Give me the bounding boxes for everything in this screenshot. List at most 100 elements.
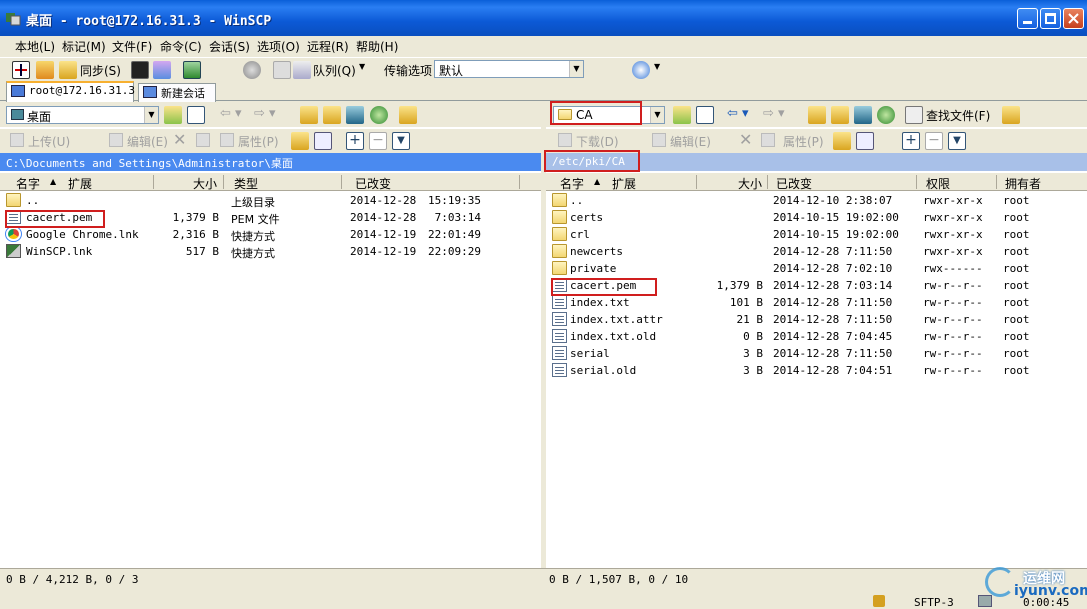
table-row[interactable]: private 2014-12-28 7:02:10 rwx------ root	[546, 260, 1087, 277]
status-bar: 0 B / 4,212 B, 0 / 3 0 B / 1,507 B, 0 / …	[0, 567, 1087, 609]
root-dir-icon[interactable]	[323, 106, 341, 124]
file-changed: 2014-12-28 7:03:14	[773, 279, 893, 292]
minimize-button[interactable]	[1017, 8, 1038, 29]
col-rights[interactable]: 权限	[926, 175, 950, 192]
maximize-button[interactable]	[1040, 8, 1061, 29]
new-folder-icon[interactable]	[291, 132, 309, 150]
filter-select-icon[interactable]: ▼	[392, 132, 410, 150]
unselect-minus-icon[interactable]: −	[369, 132, 387, 150]
new-file-icon[interactable]	[856, 132, 874, 150]
col-ext[interactable]: 扩展	[612, 175, 636, 192]
open-folder-icon[interactable]	[164, 106, 182, 124]
table-row[interactable]: newcerts 2014-12-28 7:11:50 rwxr-xr-x root	[546, 243, 1087, 260]
putty-icon[interactable]	[153, 61, 171, 79]
menu-session[interactable]: 会话(S)	[209, 38, 250, 55]
tree-view-icon[interactable]	[399, 106, 417, 124]
download-button[interactable]: 下载(D)	[576, 133, 619, 150]
table-row[interactable]: serial 3 B 2014-12-28 7:11:50 rw-r--r-- root	[546, 345, 1087, 362]
synchronize-icon[interactable]	[59, 61, 77, 79]
menu-options[interactable]: 选项(O)	[257, 38, 300, 55]
col-changed[interactable]: 已改变	[355, 175, 391, 192]
table-row[interactable]: index.txt.old 0 B 2014-12-28 7:04:45 rw-r--…	[546, 328, 1087, 345]
close-button[interactable]	[1063, 8, 1084, 29]
menu-commands[interactable]: 命令(C)	[160, 38, 202, 55]
parent-dir-icon[interactable]	[808, 106, 826, 124]
filter-icon[interactable]	[187, 106, 205, 124]
properties-button[interactable]: 属性(P)	[783, 133, 824, 150]
col-name[interactable]: 名字	[560, 175, 584, 192]
col-changed[interactable]: 已改变	[776, 175, 812, 192]
rename-icon[interactable]	[196, 133, 210, 147]
menu-mark[interactable]: 标记(M)	[62, 38, 106, 55]
back-arrow-icon[interactable]: ⇦ ▾	[727, 106, 749, 121]
properties-button[interactable]: 属性(P)	[238, 133, 279, 150]
refresh-icon[interactable]	[877, 106, 895, 124]
col-type[interactable]: 类型	[234, 175, 258, 192]
delete-x-icon[interactable]: ✕	[173, 130, 186, 149]
delete-x-icon[interactable]: ✕	[739, 130, 752, 149]
col-ext[interactable]: 扩展	[68, 175, 92, 192]
menu-file[interactable]: 文件(F)	[112, 38, 152, 55]
col-size[interactable]: 大小	[738, 175, 762, 192]
tab-new-session[interactable]: 新建会话	[138, 83, 216, 102]
edit-button[interactable]: 编辑(E)	[127, 133, 168, 150]
console-icon[interactable]	[131, 61, 149, 79]
open-folder-icon[interactable]	[673, 106, 691, 124]
table-row[interactable]: .. 2014-12-10 2:38:07 rwxr-xr-x root	[546, 192, 1087, 209]
sync-globe-icon[interactable]	[632, 61, 650, 79]
table-row[interactable]: certs 2014-10-15 19:02:00 rwxr-xr-x root	[546, 209, 1087, 226]
col-size[interactable]: 大小	[193, 175, 217, 192]
home-icon[interactable]	[346, 106, 364, 124]
select-plus-icon[interactable]: +	[902, 132, 920, 150]
compare-dirs-icon[interactable]	[12, 61, 30, 79]
file-owner: root	[1003, 347, 1030, 360]
clipboard-icon[interactable]	[273, 61, 291, 79]
file-owner: root	[1003, 364, 1030, 377]
back-arrow-icon[interactable]: ⇦ ▾	[220, 106, 242, 121]
menu-remote[interactable]: 远程(R)	[307, 38, 349, 55]
new-folder-icon[interactable]	[833, 132, 851, 150]
find-files-button[interactable]: 查找文件(F)	[926, 107, 990, 124]
parent-dir-icon[interactable]	[300, 106, 318, 124]
col-name[interactable]: 名字	[16, 175, 40, 192]
open-in-putty-icon[interactable]	[183, 61, 201, 79]
home-icon[interactable]	[854, 106, 872, 124]
rename-icon[interactable]	[761, 133, 775, 147]
table-row[interactable]: serial.old 3 B 2014-12-28 7:04:51 rw-r--r--…	[546, 362, 1087, 379]
upload-button[interactable]: 上传(U)	[28, 133, 70, 150]
globe-dropdown-arrow-icon[interactable]: ▼	[654, 62, 660, 71]
edit-button[interactable]: 编辑(E)	[670, 133, 711, 150]
local-address-bar[interactable]: C:\Documents and Settings\Administrator\…	[0, 153, 541, 171]
local-path-select[interactable]: 桌面 ▼	[6, 106, 159, 124]
sync-browse-icon[interactable]	[36, 61, 54, 79]
unselect-minus-icon[interactable]: −	[925, 132, 943, 150]
forward-arrow-icon[interactable]: ⇨ ▾	[763, 106, 785, 121]
filter-select-icon[interactable]: ▼	[948, 132, 966, 150]
table-row[interactable]: .. 上级目录 2014-12-28 15:19:35	[0, 192, 541, 209]
tree-view-icon[interactable]	[1002, 106, 1020, 124]
menu-local[interactable]: 本地(L)	[15, 38, 55, 55]
root-dir-icon[interactable]	[831, 106, 849, 124]
queue-icon[interactable]	[293, 61, 311, 79]
table-row[interactable]: index.txt.attr 21 B 2014-12-28 7:11:50 rw-r…	[546, 311, 1087, 328]
table-row[interactable]: Google Chrome.lnk 2,316 B 快捷方式 2014-12-1…	[0, 226, 541, 243]
col-owner[interactable]: 拥有者	[1005, 175, 1041, 192]
table-row[interactable]: WinSCP.lnk 517 B 快捷方式 2014-12-19 22:09:2…	[0, 243, 541, 260]
file-date: 2014-12-28	[350, 211, 417, 224]
forward-arrow-icon[interactable]: ⇨ ▾	[254, 106, 276, 121]
table-row[interactable]: crl 2014-10-15 19:02:00 rwxr-xr-x root	[546, 226, 1087, 243]
filter-icon[interactable]	[696, 106, 714, 124]
transfer-settings-select[interactable]: 默认 ▼	[434, 60, 584, 78]
menu-help[interactable]: 帮助(H)	[356, 38, 398, 55]
queue-button[interactable]: 队列(Q)	[313, 62, 356, 79]
table-row[interactable]: index.txt 101 B 2014-12-28 7:11:50 rw-r--r-…	[546, 294, 1087, 311]
select-plus-icon[interactable]: +	[346, 132, 364, 150]
parent-dir-icon	[552, 193, 567, 207]
new-file-icon[interactable]	[314, 132, 332, 150]
synchronize-button[interactable]: 同步(S)	[80, 62, 121, 79]
find-files-icon[interactable]	[905, 106, 923, 124]
tab-session-root[interactable]: root@172.16.31.3	[6, 81, 135, 102]
queue-dropdown-arrow-icon[interactable]: ▼	[359, 62, 365, 71]
refresh-icon[interactable]	[370, 106, 388, 124]
preferences-gear-icon[interactable]	[243, 61, 261, 79]
